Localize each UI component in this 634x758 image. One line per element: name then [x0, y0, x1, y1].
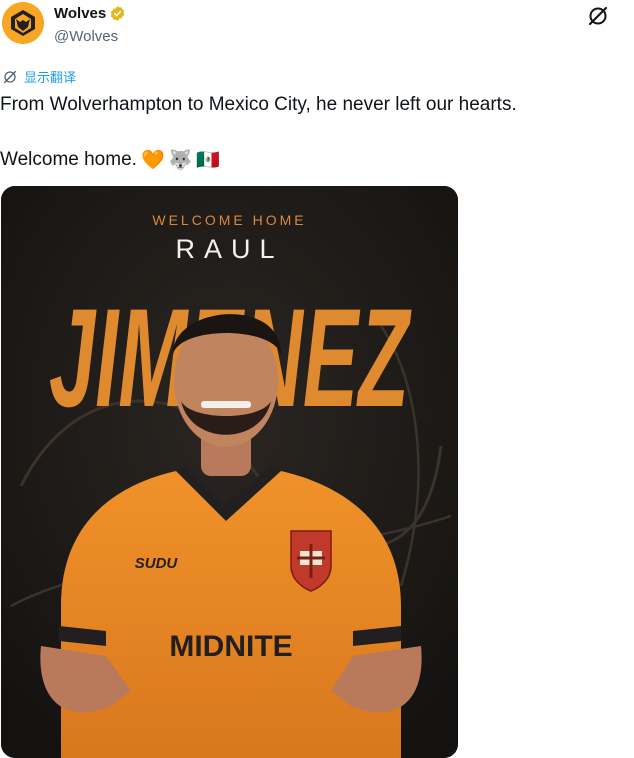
verified-badge-icon: [111, 6, 125, 21]
grok-button[interactable]: [586, 4, 610, 28]
mexico-flag-emoji: 🇲🇽: [196, 150, 220, 171]
club-crest-icon: [290, 530, 332, 592]
grok-icon: [588, 6, 608, 26]
player-graphic: JIMENEZ SUDU MIDNITE: [1, 186, 458, 758]
show-translation-link[interactable]: 显示翻译: [24, 67, 76, 86]
display-name[interactable]: Wolves: [54, 5, 106, 22]
wolves-logo-icon: [2, 2, 44, 44]
tweet-text-welcome: Welcome home.: [0, 149, 137, 170]
tweet-text-line-1: From Wolverhampton to Mexico City, he ne…: [0, 94, 517, 115]
handle[interactable]: @Wolves: [54, 28, 118, 45]
account-name-row: Wolves: [54, 5, 126, 22]
welcome-home-heading: WELCOME HOME: [152, 212, 307, 228]
orange-heart-emoji: 🧡: [140, 150, 165, 171]
tweet-media-image[interactable]: JIMENEZ SUDU MIDNITE WELCOME HOME RAUL: [1, 186, 458, 758]
first-name-heading: RAUL: [175, 234, 284, 264]
translate-row[interactable]: 显示翻译: [2, 67, 76, 86]
shirt-brand-text: SUDU: [135, 555, 179, 572]
avatar[interactable]: [2, 2, 44, 44]
wolf-emoji: 🐺: [168, 150, 193, 171]
grok-translate-icon: [3, 70, 17, 83]
tweet-text-line-2: Welcome home. 🧡 🐺 🇲🇽: [0, 148, 220, 172]
shirt-sponsor-text: MIDNITE: [169, 630, 292, 663]
